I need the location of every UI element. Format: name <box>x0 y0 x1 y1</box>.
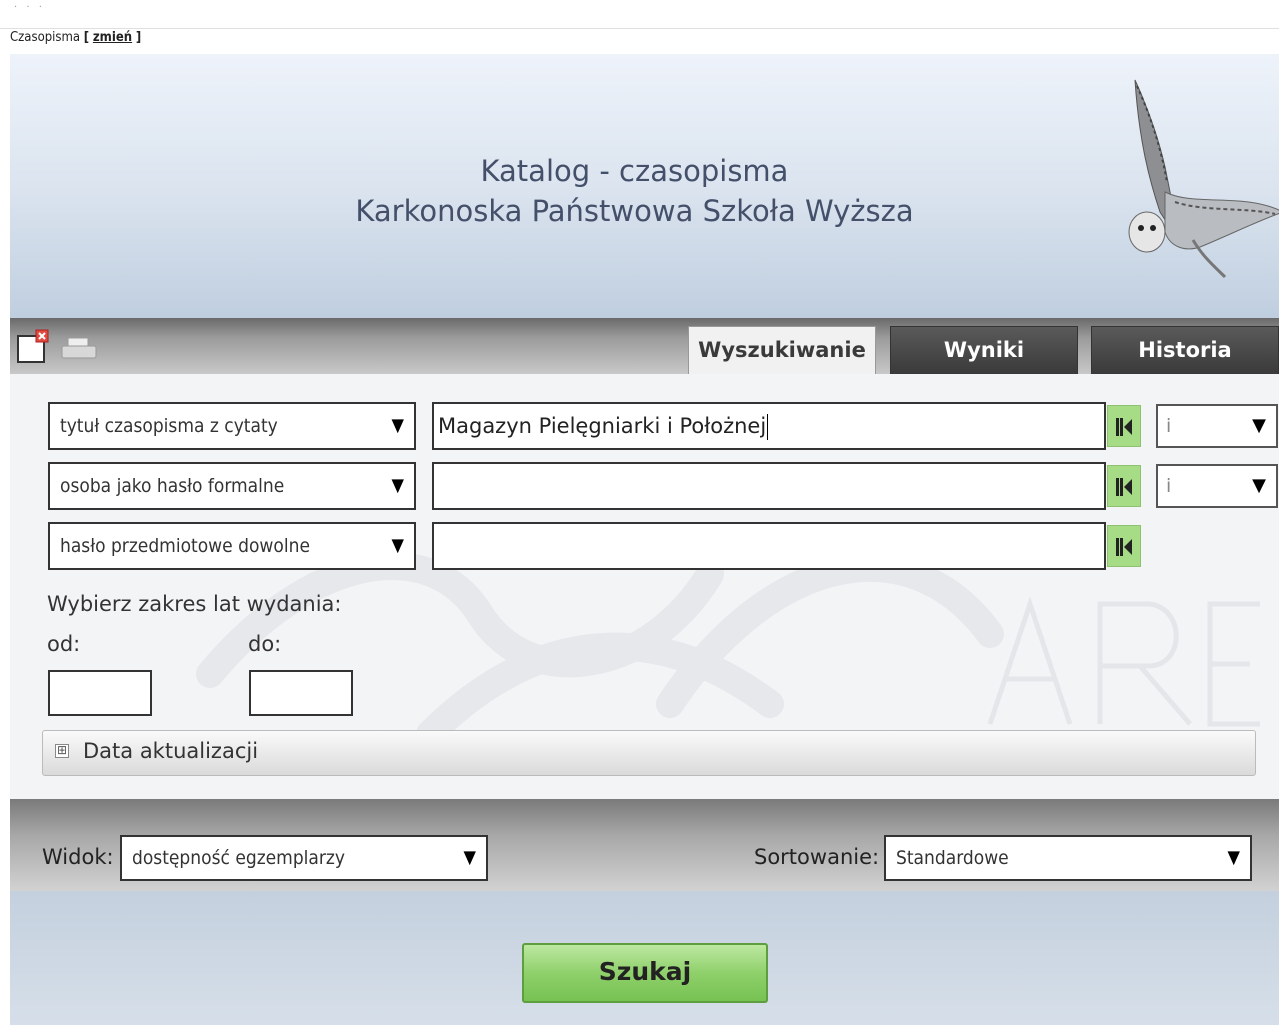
new-window-icon[interactable] <box>16 328 50 364</box>
breadcrumb-close-bracket: ] <box>135 30 142 45</box>
breadcrumb-label: Czasopisma <box>10 30 81 45</box>
view-select-value: dostępność egzemplarzy <box>132 847 346 869</box>
boolean-operator-select-2-value: i <box>1166 475 1172 497</box>
text-caret <box>767 414 769 440</box>
year-from-input[interactable] <box>48 670 152 716</box>
catalog-title: Katalog - czasopisma <box>480 154 789 188</box>
search-term-input-1-value: Magazyn Pielęgniarki i Położnej <box>438 414 767 438</box>
top-strip: · · · <box>0 0 1279 29</box>
action-area: Szukaj <box>10 891 1279 1025</box>
search-field-select-2[interactable]: osoba jako hasło formalne ▼ <box>48 462 416 510</box>
institution-name: Karkonoska Państwowa Szkoła Wyższa <box>355 194 914 228</box>
change-catalog-link[interactable]: zmień <box>93 30 132 45</box>
index-browse-icon <box>1116 538 1132 556</box>
tab-search[interactable]: Wyszukiwanie <box>688 326 876 374</box>
search-field-select-3-value: hasło przedmiotowe dowolne <box>60 535 310 557</box>
expand-plus-icon: ⊞ <box>55 743 69 758</box>
chevron-down-icon: ▼ <box>391 415 404 436</box>
search-term-input-2[interactable] <box>432 462 1106 510</box>
view-sort-bar: Widok: dostępność egzemplarzy ▼ Sortowan… <box>10 799 1279 891</box>
catalog-toolbar: Wyszukiwanie Wyniki Historia <box>10 318 1279 374</box>
index-browse-icon <box>1116 478 1132 496</box>
breadcrumb-open-bracket: [ <box>83 30 90 45</box>
owl-logo-icon <box>1128 79 1279 279</box>
view-label: Widok: <box>42 845 114 869</box>
search-field-select-1-value: tytuł czasopisma z cytaty <box>60 415 278 437</box>
chevron-down-icon: ▼ <box>463 847 476 868</box>
top-strip-dots: · · · <box>14 2 45 13</box>
sort-select[interactable]: Standardowe ▼ <box>884 835 1252 881</box>
tab-results[interactable]: Wyniki <box>890 326 1078 374</box>
chevron-down-icon: ▼ <box>1252 475 1266 496</box>
chevron-down-icon: ▼ <box>391 535 404 556</box>
chevron-down-icon: ▼ <box>1252 415 1266 436</box>
search-field-select-3[interactable]: hasło przedmiotowe dowolne ▼ <box>48 522 416 570</box>
update-date-label: Data aktualizacji <box>83 739 259 763</box>
catalog-banner: Katalog - czasopisma Karkonoska Państwow… <box>10 54 1279 320</box>
chevron-down-icon: ▼ <box>1227 847 1240 868</box>
index-browse-button-2[interactable] <box>1107 465 1141 507</box>
breadcrumb: Czasopisma [ zmień ] <box>10 30 141 45</box>
index-browse-icon <box>1116 418 1132 436</box>
year-to-label: do: <box>248 632 282 656</box>
printer-icon[interactable] <box>60 336 98 362</box>
year-from-label: od: <box>47 632 81 656</box>
search-button[interactable]: Szukaj <box>522 943 768 1003</box>
boolean-operator-select-2[interactable]: i ▼ <box>1156 464 1278 508</box>
chevron-down-icon: ▼ <box>391 475 404 496</box>
sort-select-value: Standardowe <box>896 847 1009 869</box>
search-term-input-3[interactable] <box>432 522 1106 570</box>
search-field-select-2-value: osoba jako hasło formalne <box>60 475 285 497</box>
year-to-input[interactable] <box>249 670 353 716</box>
year-range-label: Wybierz zakres lat wydania: <box>47 592 342 616</box>
index-browse-button-1[interactable] <box>1107 405 1141 447</box>
search-term-input-1[interactable]: Magazyn Pielęgniarki i Położnej <box>432 402 1106 450</box>
view-select[interactable]: dostępność egzemplarzy ▼ <box>120 835 488 881</box>
search-field-select-1[interactable]: tytuł czasopisma z cytaty ▼ <box>48 402 416 450</box>
sort-label: Sortowanie: <box>754 845 880 869</box>
update-date-accordion[interactable]: ⊞ Data aktualizacji <box>42 730 1256 776</box>
search-panel: tytuł czasopisma z cytaty ▼ Magazyn Piel… <box>10 374 1279 799</box>
tab-history[interactable]: Historia <box>1091 326 1279 374</box>
boolean-operator-select-1-value: i <box>1166 415 1172 437</box>
index-browse-button-3[interactable] <box>1107 525 1141 567</box>
boolean-operator-select-1[interactable]: i ▼ <box>1156 404 1278 448</box>
